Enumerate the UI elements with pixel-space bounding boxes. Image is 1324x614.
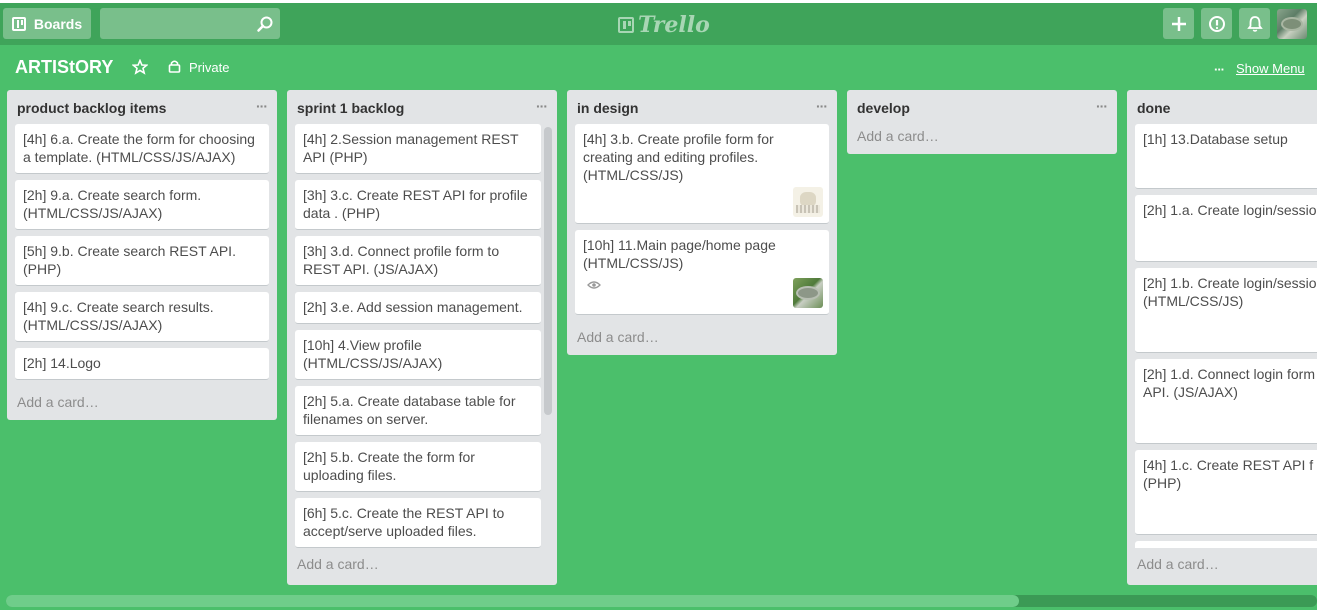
card[interactable]: [2h] 1.b. Create login/session (HTML/CSS… bbox=[1135, 268, 1317, 353]
boards-icon bbox=[11, 16, 26, 31]
more-icon[interactable]: ··· bbox=[1096, 98, 1108, 114]
card[interactable]: [4h] 1.c. Create REST API f (PHP) bbox=[1135, 450, 1317, 535]
trello-logo[interactable]: Trello bbox=[618, 12, 710, 38]
horizontal-scrollbar-thumb[interactable] bbox=[6, 595, 1019, 607]
bell-icon bbox=[1246, 15, 1263, 32]
list-title[interactable]: develop bbox=[857, 100, 910, 116]
add-card-button[interactable]: Add a card… bbox=[1127, 548, 1317, 582]
card[interactable]: [4h] 6.a. Create the form for choosing a… bbox=[15, 124, 269, 174]
card[interactable]: [4h] 9.c. Create search results. (HTML/C… bbox=[15, 292, 269, 342]
card[interactable] bbox=[1135, 541, 1317, 548]
card-list: [4h] 6.a. Create the form for choosing a… bbox=[7, 124, 277, 380]
info-icon bbox=[1208, 15, 1225, 32]
search-box[interactable] bbox=[100, 8, 280, 39]
add-button[interactable] bbox=[1163, 8, 1194, 39]
card-list: [1h] 13.Database setup [2h] 1.a. Create … bbox=[1127, 124, 1317, 548]
list-title[interactable]: product backlog items bbox=[17, 100, 166, 116]
avatar[interactable] bbox=[1277, 9, 1307, 39]
list-in-design: in design ··· [4h] 3.b. Create profile f… bbox=[567, 90, 837, 355]
add-card-button[interactable]: Add a card… bbox=[287, 548, 557, 582]
list-header: sprint 1 backlog ··· bbox=[287, 90, 557, 124]
list-title[interactable]: in design bbox=[577, 100, 638, 116]
list-scrollbar[interactable] bbox=[544, 127, 552, 415]
more-icon[interactable]: ··· bbox=[816, 98, 828, 114]
notifications-button[interactable] bbox=[1239, 8, 1270, 39]
star-icon[interactable] bbox=[132, 59, 148, 75]
member-avatar[interactable] bbox=[793, 187, 823, 217]
list-header: product backlog items ··· bbox=[7, 90, 277, 124]
list-header: in design ··· bbox=[567, 90, 837, 124]
card[interactable]: [2h] 5.b. Create the form for uploading … bbox=[295, 442, 541, 492]
card[interactable]: [2h] 9.a. Create search form. (HTML/CSS/… bbox=[15, 180, 269, 230]
card[interactable]: [5h] 9.b. Create search REST API. (PHP) bbox=[15, 236, 269, 286]
list-title[interactable]: done bbox=[1137, 100, 1170, 116]
add-card-button[interactable]: Add a card… bbox=[7, 386, 277, 420]
visibility-label[interactable]: Private bbox=[189, 60, 229, 75]
search-icon[interactable] bbox=[256, 15, 274, 33]
plus-icon bbox=[1171, 16, 1186, 31]
card-list: [4h] 2.Session management REST API (PHP)… bbox=[287, 124, 557, 548]
card[interactable]: [6h] 5.c. Create the REST API to accept/… bbox=[295, 498, 541, 548]
card[interactable]: [10h] 11.Main page/home page (HTML/CSS/J… bbox=[575, 230, 829, 315]
card-title: API. (JS/AJAX) bbox=[1143, 384, 1238, 400]
list-done: done [1h] 13.Database setup [2h] 1.a. Cr… bbox=[1127, 90, 1317, 585]
card[interactable]: [4h] 2.Session management REST API (PHP) bbox=[295, 124, 541, 174]
search-input[interactable] bbox=[100, 8, 250, 39]
card[interactable]: [3h] 3.c. Create REST API for profile da… bbox=[295, 180, 541, 230]
card[interactable]: [10h] 4.View profile (HTML/CSS/JS/AJAX) bbox=[295, 330, 541, 380]
list-header: develop ··· bbox=[847, 90, 1117, 124]
card[interactable]: [2h] 14.Logo bbox=[15, 348, 269, 380]
card-list: [4h] 3.b. Create profile form for creati… bbox=[567, 124, 837, 315]
add-card-button[interactable]: Add a card… bbox=[567, 321, 837, 355]
more-icon[interactable]: ··· bbox=[536, 98, 548, 114]
top-header: Boards Trello bbox=[0, 3, 1317, 45]
eye-icon bbox=[587, 281, 601, 289]
info-button[interactable] bbox=[1201, 8, 1232, 39]
card[interactable]: [2h] 5.a. Create database table for file… bbox=[295, 386, 541, 436]
card-title: [2h] 1.b. Create login/session bbox=[1143, 275, 1317, 291]
trello-logo-icon bbox=[618, 17, 634, 33]
logo-text: Trello bbox=[638, 12, 710, 38]
lock-icon bbox=[168, 60, 181, 73]
trello-app: Boards Trello ARTIStORY Private ··· Show… bbox=[0, 3, 1317, 610]
list-header: done bbox=[1127, 90, 1317, 124]
boards-label: Boards bbox=[33, 15, 83, 32]
card-title: [2h] 1.d. Connect login form bbox=[1143, 366, 1315, 382]
boards-button[interactable]: Boards bbox=[3, 8, 91, 39]
more-icon[interactable]: ··· bbox=[256, 98, 268, 114]
card-title: [10h] 11.Main page/home page (HTML/CSS/J… bbox=[583, 237, 776, 271]
card[interactable]: [1h] 13.Database setup bbox=[1135, 124, 1317, 189]
card[interactable]: [2h] 1.d. Connect login form API. (JS/AJ… bbox=[1135, 359, 1317, 444]
card-title: (HTML/CSS/JS) bbox=[1143, 293, 1244, 309]
card-title: [4h] 1.c. Create REST API f bbox=[1143, 457, 1314, 473]
card[interactable]: [3h] 3.d. Connect profile form to REST A… bbox=[295, 236, 541, 286]
card[interactable]: [2h] 1.a. Create login/session bbox=[1135, 195, 1317, 262]
member-avatar[interactable] bbox=[793, 278, 823, 308]
more-icon[interactable]: ··· bbox=[1214, 62, 1225, 77]
card[interactable]: [2h] 3.e. Add session management. bbox=[295, 292, 541, 324]
list-product-backlog: product backlog items ··· [4h] 6.a. Crea… bbox=[7, 90, 277, 420]
list-sprint-1-backlog: sprint 1 backlog ··· [4h] 2.Session mana… bbox=[287, 90, 557, 585]
board-header: ARTIStORY Private ··· Show Menu bbox=[0, 50, 1317, 84]
list-develop: develop ··· Add a card… bbox=[847, 90, 1117, 154]
list-title[interactable]: sprint 1 backlog bbox=[297, 100, 404, 116]
card-title: [4h] 3.b. Create profile form for creati… bbox=[583, 131, 774, 183]
add-card-button[interactable]: Add a card… bbox=[847, 124, 1117, 154]
board-title[interactable]: ARTIStORY bbox=[15, 57, 113, 78]
show-menu-link[interactable]: Show Menu bbox=[1236, 61, 1305, 76]
card-title: (PHP) bbox=[1143, 475, 1182, 491]
card[interactable]: [4h] 3.b. Create profile form for creati… bbox=[575, 124, 829, 224]
